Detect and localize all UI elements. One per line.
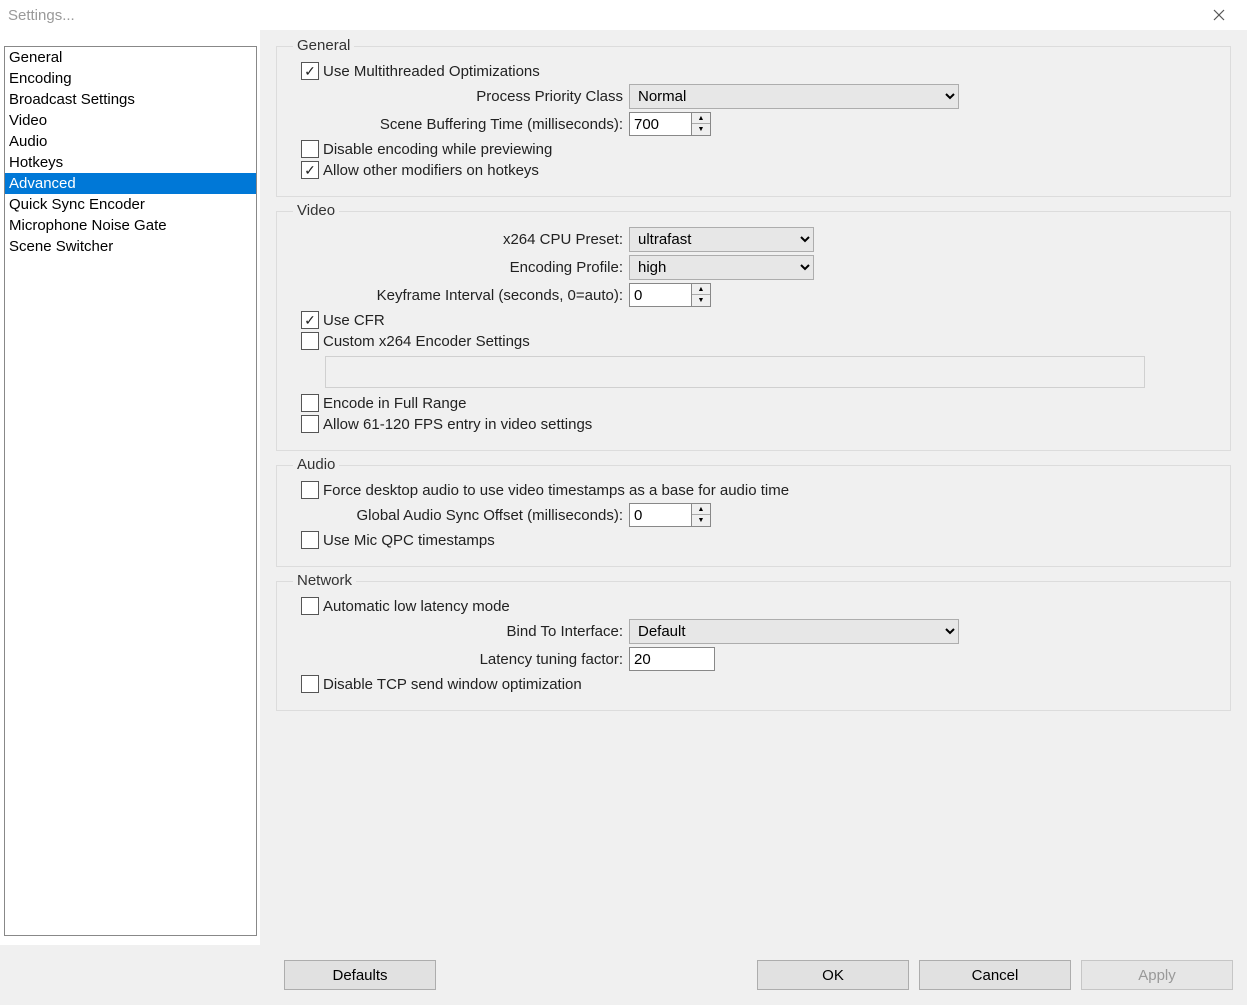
input-global-sync[interactable] [629, 503, 691, 527]
spin-global-sync[interactable]: ▲ ▼ [629, 503, 711, 527]
lbl-disable-tcp-opt: Disable TCP send window optimization [323, 676, 582, 693]
spin-scene-buffering[interactable]: ▲ ▼ [629, 112, 711, 136]
sidebar-item-audio[interactable]: Audio [5, 131, 256, 152]
spin-up-icon[interactable]: ▲ [692, 113, 710, 124]
lbl-scene-buffering: Scene Buffering Time (milliseconds): [289, 116, 629, 133]
chk-force-desktop-audio[interactable] [301, 481, 319, 499]
lbl-force-desktop-audio: Force desktop audio to use video timesta… [323, 482, 789, 499]
spin-down-icon[interactable]: ▼ [692, 124, 710, 135]
input-latency-factor[interactable] [629, 647, 715, 671]
spin-down-icon[interactable]: ▼ [692, 515, 710, 526]
sidebar-item-video[interactable]: Video [5, 110, 256, 131]
lbl-use-mic-qpc: Use Mic QPC timestamps [323, 532, 495, 549]
combo-encoding-profile[interactable]: high [629, 255, 814, 280]
combo-x264-preset[interactable]: ultrafast [629, 227, 814, 252]
sidebar: General Encoding Broadcast Settings Vide… [4, 46, 257, 936]
chk-use-cfr[interactable] [301, 311, 319, 329]
lbl-use-multithreaded: Use Multithreaded Optimizations [323, 63, 540, 80]
lbl-latency-factor: Latency tuning factor: [289, 651, 629, 668]
input-custom-x264-settings [325, 356, 1145, 388]
group-audio: Audio Force desktop audio to use video t… [276, 465, 1231, 567]
window-title: Settings... [8, 7, 1199, 24]
spin-up-icon[interactable]: ▲ [692, 284, 710, 295]
input-keyframe[interactable] [629, 283, 691, 307]
chk-encode-full-range[interactable] [301, 394, 319, 412]
close-icon [1213, 9, 1225, 21]
lbl-encode-full-range: Encode in Full Range [323, 395, 466, 412]
chk-allow-other-modifiers[interactable] [301, 161, 319, 179]
apply-button[interactable]: Apply [1081, 960, 1233, 990]
chk-disable-tcp-opt[interactable] [301, 675, 319, 693]
chk-custom-x264[interactable] [301, 332, 319, 350]
titlebar: Settings... [0, 0, 1247, 30]
lbl-process-priority: Process Priority Class [289, 88, 629, 105]
sidebar-wrap: General Encoding Broadcast Settings Vide… [0, 30, 260, 945]
lbl-allow-61-120: Allow 61-120 FPS entry in video settings [323, 416, 592, 433]
group-video: Video x264 CPU Preset: ultrafast Encodin [276, 211, 1231, 451]
group-general: General Use Multithreaded Optimizations … [276, 46, 1231, 197]
settings-window: Settings... General Encoding Broadcast S… [0, 0, 1247, 1005]
sidebar-item-general[interactable]: General [5, 47, 256, 68]
sidebar-item-hotkeys[interactable]: Hotkeys [5, 152, 256, 173]
lbl-global-sync: Global Audio Sync Offset (milliseconds): [289, 507, 629, 524]
sidebar-item-encoding[interactable]: Encoding [5, 68, 256, 89]
cancel-button[interactable]: Cancel [919, 960, 1071, 990]
lbl-keyframe-interval: Keyframe Interval (seconds, 0=auto): [289, 287, 629, 304]
body: General Encoding Broadcast Settings Vide… [0, 30, 1247, 945]
spin-down-icon[interactable]: ▼ [692, 295, 710, 306]
lbl-disable-encoding-preview: Disable encoding while previewing [323, 141, 552, 158]
combo-process-priority[interactable]: Normal [629, 84, 959, 109]
lbl-allow-other-modifiers: Allow other modifiers on hotkeys [323, 162, 539, 179]
sidebar-item-advanced[interactable]: Advanced [5, 173, 256, 194]
ok-button[interactable]: OK [757, 960, 909, 990]
group-video-title: Video [293, 202, 339, 219]
group-general-title: General [293, 37, 354, 54]
sidebar-item-noisegate[interactable]: Microphone Noise Gate [5, 215, 256, 236]
input-scene-buffering[interactable] [629, 112, 691, 136]
lbl-encoding-profile: Encoding Profile: [289, 259, 629, 276]
lbl-x264-preset: x264 CPU Preset: [289, 231, 629, 248]
spin-up-icon[interactable]: ▲ [692, 504, 710, 515]
group-network-title: Network [293, 572, 356, 589]
sidebar-item-quicksync[interactable]: Quick Sync Encoder [5, 194, 256, 215]
group-network: Network Automatic low latency mode Bind … [276, 581, 1231, 711]
lbl-auto-low-latency: Automatic low latency mode [323, 598, 510, 615]
content: General Use Multithreaded Optimizations … [260, 30, 1247, 945]
spin-keyframe[interactable]: ▲ ▼ [629, 283, 711, 307]
sidebar-item-sceneswitch[interactable]: Scene Switcher [5, 236, 256, 257]
lbl-use-cfr: Use CFR [323, 312, 385, 329]
group-audio-title: Audio [293, 456, 339, 473]
lbl-custom-x264: Custom x264 Encoder Settings [323, 333, 530, 350]
sidebar-item-broadcast[interactable]: Broadcast Settings [5, 89, 256, 110]
chk-disable-encoding-preview[interactable] [301, 140, 319, 158]
chk-allow-61-120[interactable] [301, 415, 319, 433]
chk-use-mic-qpc[interactable] [301, 531, 319, 549]
lbl-bind-interface: Bind To Interface: [289, 623, 629, 640]
defaults-button[interactable]: Defaults [284, 960, 436, 990]
combo-bind-interface[interactable]: Default [629, 619, 959, 644]
footer: Defaults OK Cancel Apply [0, 945, 1247, 1005]
chk-auto-low-latency[interactable] [301, 597, 319, 615]
chk-use-multithreaded[interactable] [301, 62, 319, 80]
close-button[interactable] [1199, 0, 1239, 30]
